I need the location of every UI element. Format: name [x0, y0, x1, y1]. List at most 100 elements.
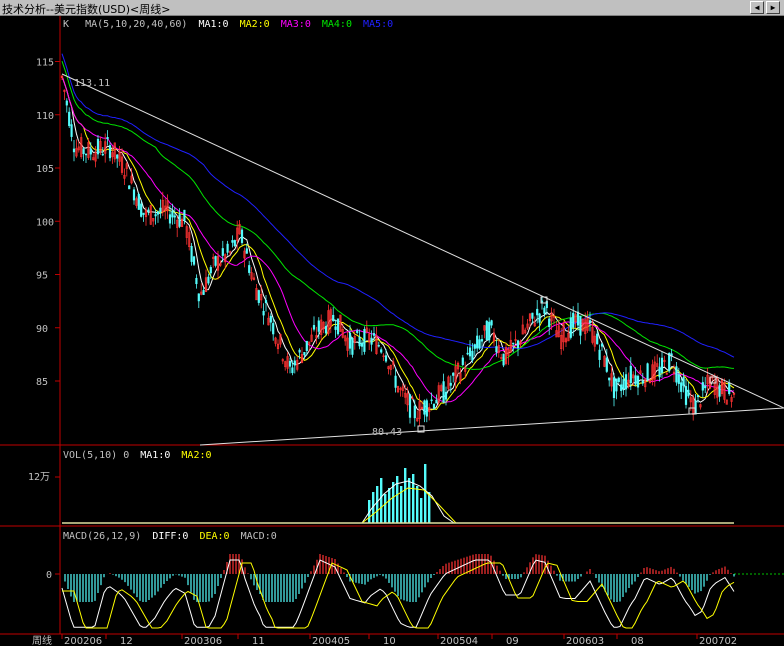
candle-body — [312, 325, 316, 330]
ma-lines — [61, 53, 735, 413]
volume-bar — [408, 478, 411, 523]
x-tick-label: 10 — [383, 636, 396, 646]
candle-body — [264, 300, 268, 303]
volume-bar — [384, 494, 387, 523]
ma10-line — [61, 75, 735, 411]
volume-bar — [392, 482, 395, 523]
main-legend: K MA(5,10,20,40,60) MA1:0 MA2:0 MA3:0 MA… — [63, 19, 393, 30]
candle-body — [226, 243, 229, 253]
chart-canvas[interactable]: K MA(5,10,20,40,60) MA1:0 MA2:0 MA3:0 MA… — [0, 16, 784, 646]
candle-body — [303, 352, 306, 356]
lower-trendline — [199, 407, 784, 446]
candle-body — [245, 248, 248, 254]
candle-body — [96, 138, 100, 155]
candle-body — [132, 189, 136, 201]
macd-histogram — [64, 554, 735, 602]
y-tick-label: 115 — [36, 58, 54, 69]
candle-body — [677, 374, 680, 384]
candle-body — [305, 340, 308, 352]
volume-bar — [404, 468, 407, 523]
candle-body — [65, 100, 68, 106]
candle-body — [178, 214, 181, 227]
candle-body — [543, 307, 546, 314]
candle-body — [617, 377, 620, 382]
candle-body — [488, 321, 491, 341]
candle-body — [435, 399, 438, 404]
scroll-left-button[interactable]: ◀ — [750, 1, 764, 14]
candle-body — [596, 333, 599, 345]
candle-body — [696, 395, 700, 398]
candle-body — [680, 382, 683, 392]
candle-body — [718, 385, 721, 397]
window-title: 技术分析--美元指数(USD)<周线> — [2, 3, 171, 16]
candle-body — [704, 385, 707, 389]
volume-bar — [380, 478, 383, 523]
candle-body — [195, 277, 198, 285]
candle-body — [291, 367, 294, 374]
x-tick-label: 200206 — [64, 636, 102, 646]
candle-body — [202, 290, 205, 295]
candle-body — [512, 342, 515, 345]
macd-diff: DIFF:0 — [152, 531, 188, 542]
candle-body — [728, 382, 731, 395]
candle-body — [576, 311, 580, 326]
legend-ma4: MA4:0 — [322, 19, 352, 30]
candle-body — [687, 389, 690, 397]
candle-body — [68, 111, 71, 127]
candle-body — [197, 293, 200, 302]
candle-body — [423, 400, 426, 415]
candle-body — [336, 318, 340, 335]
candle-body — [569, 317, 572, 338]
candle-body — [171, 210, 174, 218]
candle-body — [288, 360, 292, 367]
volume-bars — [361, 464, 457, 524]
candle-body — [173, 215, 176, 218]
candle-body — [579, 315, 582, 336]
candle-body — [384, 355, 388, 362]
candle-body — [495, 346, 498, 353]
candle-body — [372, 333, 376, 336]
candle-body — [634, 375, 637, 385]
candle-body — [108, 145, 112, 159]
candle-body — [159, 207, 162, 213]
candle-body — [629, 365, 632, 384]
x-tick-label: 09 — [506, 636, 519, 646]
candle-body — [620, 384, 623, 391]
candle-body — [536, 308, 539, 316]
candle-body — [461, 357, 464, 366]
y-tick-label: 100 — [36, 217, 54, 228]
vol-legend: VOL(5,10) 0 MA1:0 MA2:0 — [63, 450, 212, 461]
vol-ma2: MA2:0 — [181, 450, 211, 461]
x-tick-label: 200702 — [699, 636, 737, 646]
candle-body — [324, 325, 328, 334]
candle-body — [682, 376, 685, 386]
candle-body — [598, 349, 601, 360]
y-tick-label: 85 — [36, 377, 48, 388]
candle-body — [476, 335, 479, 349]
candle-body — [548, 318, 551, 327]
candle-body — [84, 153, 88, 156]
candle-body — [452, 372, 455, 376]
macd-legend: MACD(26,12,9) DIFF:0 DEA:0 MACD:0 — [63, 531, 277, 542]
candle-body — [449, 382, 452, 386]
legend-ma1: MA1:0 — [198, 19, 228, 30]
period-label: 周线 — [32, 634, 52, 646]
vol-ma1: MA1:0 — [140, 450, 170, 461]
candle-body — [269, 315, 272, 323]
candle-body — [480, 339, 484, 342]
candle-body — [588, 320, 592, 323]
candle-body — [363, 329, 366, 352]
candle-body — [615, 378, 618, 392]
candle-body — [293, 360, 296, 366]
candle-body — [334, 326, 337, 330]
legend-ma5: MA5:0 — [363, 19, 393, 30]
candle-body — [298, 349, 301, 353]
candle-body — [72, 148, 76, 153]
scroll-right-button[interactable]: ▶ — [766, 1, 780, 14]
candle-body — [516, 340, 520, 349]
ma20-line — [61, 75, 735, 403]
candle-body — [332, 314, 335, 322]
y-tick-label: 110 — [36, 111, 54, 122]
y-tick-label: 90 — [36, 324, 48, 335]
candle-body — [612, 377, 616, 399]
